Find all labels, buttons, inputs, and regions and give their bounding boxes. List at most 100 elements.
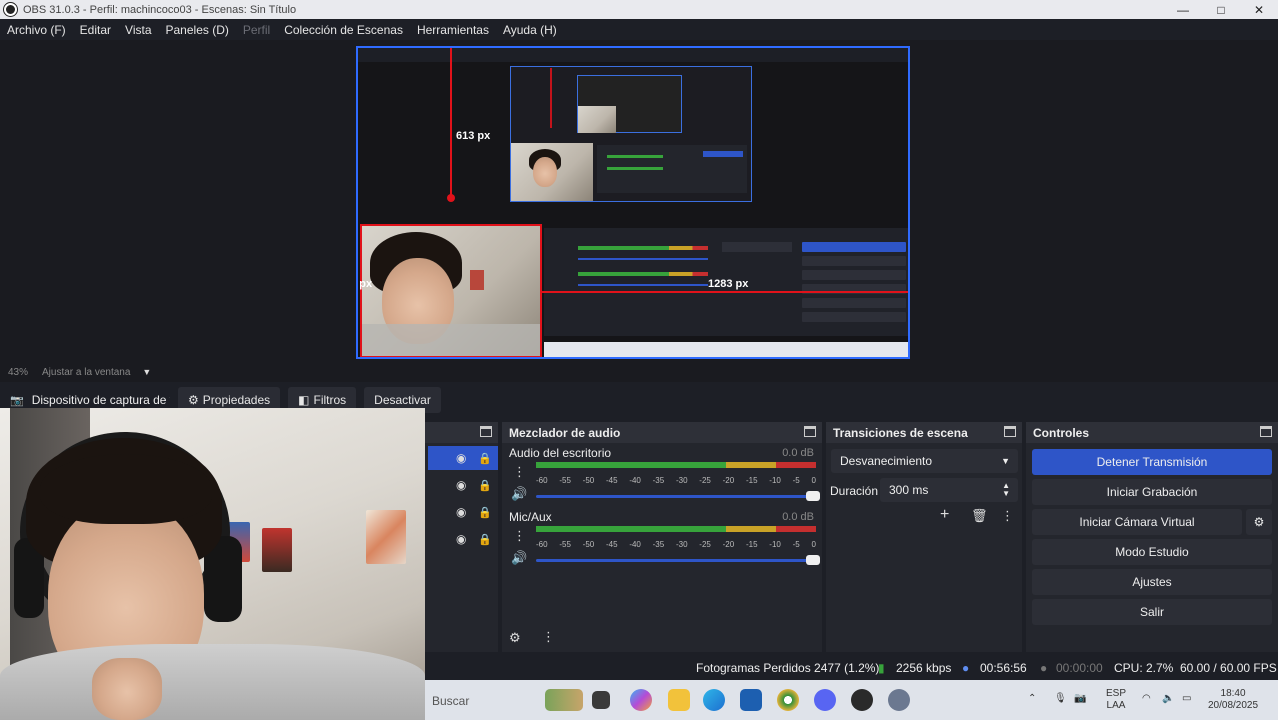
edge-icon[interactable] bbox=[703, 689, 725, 711]
obs-taskbar-icon[interactable] bbox=[851, 689, 873, 711]
duration-input[interactable]: 300 ms ▲ ▼ bbox=[880, 478, 1018, 502]
transition-select[interactable]: Desvanecimiento ▼ bbox=[831, 449, 1018, 473]
source-row[interactable]: ◉ 🔒 bbox=[428, 500, 498, 524]
menu-coleccion-escenas[interactable]: Colección de Escenas bbox=[277, 23, 410, 37]
exit-button[interactable]: Salir bbox=[1032, 599, 1272, 625]
undock-icon[interactable] bbox=[480, 426, 492, 437]
menu-paneles[interactable]: Paneles (D) bbox=[159, 23, 236, 37]
volume-slider[interactable] bbox=[536, 555, 820, 565]
kebab-menu-icon[interactable]: ⋮ bbox=[513, 528, 526, 544]
language-indicator[interactable]: ESP LAA bbox=[1106, 688, 1126, 712]
volume-slider-handle[interactable] bbox=[806, 555, 820, 565]
taskbar-search[interactable]: Buscar bbox=[432, 694, 469, 708]
nested-capture-inner bbox=[577, 75, 682, 133]
preview-canvas[interactable]: 613 px 15 px 1283 px bbox=[356, 46, 910, 359]
eye-icon[interactable]: ◉ bbox=[456, 478, 466, 492]
transitions-header: Transiciones de escena bbox=[826, 422, 1022, 443]
lock-icon[interactable]: 🔒 bbox=[478, 506, 492, 519]
camera-icon[interactable]: 📷 bbox=[1074, 693, 1086, 705]
battery-icon[interactable]: ▭ bbox=[1182, 693, 1191, 705]
duration-label: Duración bbox=[830, 484, 879, 498]
audio-meter: -60 -55 -50 -45 -40 -35 -30 -25 -20 -15 -10 -5 0 bbox=[536, 462, 816, 485]
dropped-frames: Fotogramas Perdidos 2477 (1.2%) bbox=[696, 661, 880, 675]
minimize-button[interactable]: — bbox=[1164, 3, 1202, 17]
studio-mode-button[interactable]: Modo Estudio bbox=[1032, 539, 1272, 565]
nested-meter-1 bbox=[578, 246, 708, 250]
stop-streaming-button[interactable]: Detener Transmisión bbox=[1032, 449, 1272, 475]
plus-icon[interactable]: + bbox=[940, 506, 949, 524]
transitions-dock: Transiciones de escena Desvanecimiento ▼… bbox=[826, 422, 1022, 652]
kebab-menu-icon[interactable]: ⋮ bbox=[1001, 508, 1014, 524]
start-virtual-camera-button[interactable]: Iniciar Cámara Virtual bbox=[1032, 509, 1242, 535]
undock-icon[interactable] bbox=[1260, 426, 1272, 437]
preview-footer: 43% Ajustar a la ventana ▼ bbox=[0, 362, 1278, 382]
audio-mixer-dock: Mezclador de audio Audio del escritorio … bbox=[502, 422, 822, 652]
source-row[interactable]: ◉ 🔒 bbox=[428, 527, 498, 551]
record-icon: ● bbox=[1040, 661, 1048, 675]
copilot-icon[interactable] bbox=[630, 689, 652, 711]
spinner-icon[interactable]: ▲ ▼ bbox=[1002, 482, 1010, 498]
chrome-icon[interactable] bbox=[777, 689, 799, 711]
source-row[interactable]: ◉ 🔒 bbox=[428, 473, 498, 497]
settings-app-icon[interactable] bbox=[888, 689, 910, 711]
menu-archivo[interactable]: Archivo (F) bbox=[0, 23, 73, 37]
webcam-overlay bbox=[0, 408, 425, 720]
settings-button[interactable]: Ajustes bbox=[1032, 569, 1272, 595]
trash-icon[interactable]: 🗑 bbox=[971, 508, 988, 524]
person-shirt bbox=[0, 644, 425, 720]
undock-icon[interactable] bbox=[1004, 426, 1016, 437]
record-time: 00:00:00 bbox=[1056, 661, 1103, 675]
lock-icon[interactable]: 🔒 bbox=[478, 479, 492, 492]
volume-icon[interactable]: 🔈 bbox=[1162, 693, 1174, 705]
menu-perfil[interactable]: Perfil bbox=[236, 23, 277, 37]
speaker-icon[interactable]: 🔊 bbox=[511, 550, 527, 566]
guide-handle-top[interactable] bbox=[447, 194, 455, 202]
fps: 60.00 / 60.00 FPS bbox=[1180, 661, 1277, 675]
eye-icon[interactable]: ◉ bbox=[456, 532, 466, 546]
nested-webcam bbox=[578, 106, 616, 133]
microphone-icon[interactable]: 🎙 bbox=[1054, 693, 1067, 705]
discord-icon[interactable] bbox=[814, 689, 836, 711]
volume-slider-handle[interactable] bbox=[806, 491, 820, 501]
menu-herramientas[interactable]: Herramientas bbox=[410, 23, 496, 37]
selection-box[interactable] bbox=[360, 224, 542, 357]
person-fringe bbox=[40, 454, 212, 524]
menu-editar[interactable]: Editar bbox=[73, 23, 118, 37]
close-button[interactable]: ✕ bbox=[1240, 3, 1278, 17]
store-icon[interactable] bbox=[740, 689, 762, 711]
wifi-icon[interactable]: ◠ bbox=[1142, 693, 1151, 705]
file-explorer-icon[interactable] bbox=[668, 689, 690, 711]
preview-area[interactable]: 613 px 15 px 1283 px bbox=[0, 40, 1278, 362]
clock[interactable]: 18:40 20/08/2025 bbox=[1208, 688, 1258, 712]
eye-icon[interactable]: ◉ bbox=[456, 451, 466, 465]
lock-icon[interactable]: 🔒 bbox=[478, 452, 492, 465]
virtual-camera-settings-button[interactable]: ⚙ bbox=[1246, 509, 1272, 535]
widgets-icon[interactable] bbox=[545, 689, 583, 711]
kebab-menu-icon[interactable]: ⋮ bbox=[542, 629, 555, 645]
start-recording-button[interactable]: Iniciar Grabación bbox=[1032, 479, 1272, 505]
webcam-poster bbox=[262, 528, 292, 572]
stream-time: 00:56:56 bbox=[980, 661, 1027, 675]
signal-icon: ▮ bbox=[878, 661, 885, 675]
nested-taskbar bbox=[544, 342, 908, 357]
volume-slider[interactable] bbox=[536, 491, 820, 501]
fit-to-window[interactable]: Ajustar a la ventana bbox=[42, 367, 130, 378]
task-view-icon[interactable] bbox=[592, 691, 610, 709]
maximize-button[interactable]: □ bbox=[1202, 3, 1240, 17]
speaker-icon[interactable]: 🔊 bbox=[511, 486, 527, 502]
chevron-down-icon[interactable]: ▼ bbox=[142, 367, 151, 377]
lock-icon[interactable]: 🔒 bbox=[478, 533, 492, 546]
guide-horizontal bbox=[542, 291, 908, 293]
gear-icon[interactable]: ⚙ bbox=[509, 630, 521, 646]
menu-vista[interactable]: Vista bbox=[118, 23, 158, 37]
zoom-level: 43% bbox=[8, 366, 29, 378]
nested-webcam-2 bbox=[511, 143, 593, 201]
eye-icon[interactable]: ◉ bbox=[456, 505, 466, 519]
cpu-usage: CPU: 2.7% bbox=[1114, 661, 1174, 675]
undock-icon[interactable] bbox=[804, 426, 816, 437]
source-row[interactable]: ◉ 🔒 bbox=[428, 446, 498, 470]
chevron-up-icon[interactable]: ⌃ bbox=[1028, 693, 1036, 705]
menu-ayuda[interactable]: Ayuda (H) bbox=[496, 23, 564, 37]
audio-meter: -60 -55 -50 -45 -40 -35 -30 -25 -20 -15 -10 -5 0 bbox=[536, 526, 816, 549]
kebab-menu-icon[interactable]: ⋮ bbox=[513, 464, 526, 480]
